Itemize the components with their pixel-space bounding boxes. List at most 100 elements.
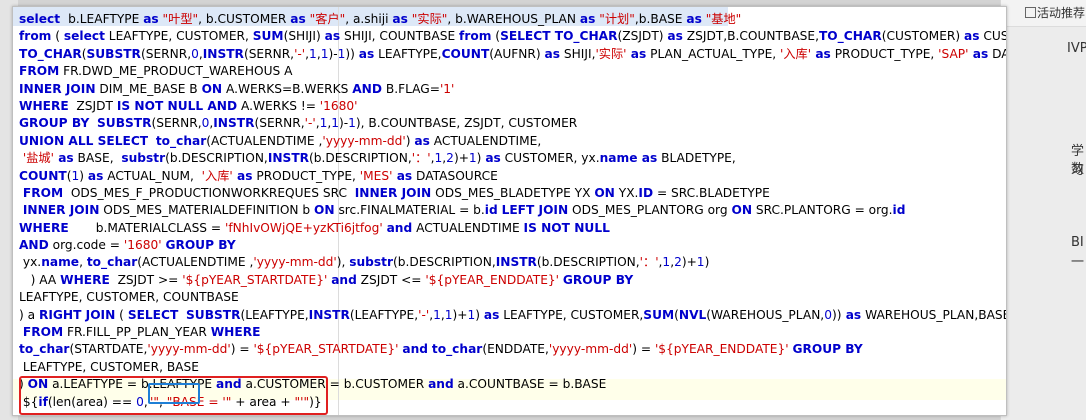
code-token: as — [686, 12, 702, 26]
code-token: as — [811, 46, 831, 61]
code-token: COUNT — [441, 46, 490, 61]
code-line[interactable]: WHERE ZSJDT IS NOT NULL AND A.WERKS != '… — [19, 98, 1002, 115]
code-line[interactable]: FROM ODS_MES_F_PRODUCTIONWORKREQUES SRC … — [19, 185, 1002, 202]
code-line[interactable]: from ( select LEAFTYPE, CUSTOMER, SUM(SH… — [19, 28, 1006, 45]
code-token: (LEAFTYPE, — [240, 307, 309, 322]
code-line[interactable]: to_char(STARTDATE,'yyyy-mm-dd') = '${pYE… — [19, 341, 1002, 358]
code-token: UNION ALL SELECT — [19, 133, 149, 148]
code-token: '-' — [294, 46, 306, 61]
code-token: LEAFTYPE, CUSTOMER, COUNTBASE — [19, 290, 239, 305]
code-token: 'fNhIvOWjQE+yzKTi6jtfog' — [225, 220, 383, 235]
code-token: and — [402, 342, 428, 357]
code-line[interactable]: TO_CHAR(SUBSTR(SERNR,0,INSTR(SERNR,'-',1… — [19, 46, 1006, 63]
code-token: B.FLAG= — [381, 81, 440, 96]
code-token: ODS_MES_BLADETYPE YX — [431, 185, 595, 200]
annotation-blue-box — [148, 383, 200, 404]
code-token: ) a — [19, 307, 39, 322]
code-token: ), B.COUNTBASE, ZSJDT, CUSTOMER — [355, 116, 578, 131]
code-line[interactable]: '盐城' as BASE, substr(b.DESCRIPTION,INSTR… — [19, 150, 1002, 167]
code-line[interactable]: FROM FR.DWD_ME_PRODUCT_WAREHOUS A — [19, 63, 1002, 80]
code-token: INNER JOIN — [19, 81, 96, 96]
code-line[interactable]: FROM FR.FILL_PP_PLAN_YEAR WHERE — [19, 324, 1002, 341]
code-token: INSTR — [495, 255, 537, 270]
code-content[interactable]: select b.LEAFTYPE as "叶型", b.CUSTOMER as… — [19, 11, 1006, 411]
code-token: name — [599, 151, 638, 166]
code-token: 1 — [696, 255, 705, 270]
code-token: 0 — [191, 46, 199, 61]
code-token: FROM — [22, 325, 64, 340]
code-token: ON — [314, 203, 335, 218]
sql-code-editor[interactable]: select b.LEAFTYPE as "叶型", b.CUSTOMER as… — [12, 6, 1007, 416]
code-line[interactable]: LEAFTYPE, CUSTOMER, COUNTBASE — [19, 289, 1002, 306]
code-line[interactable]: INNER JOIN ODS_MES_MATERIALDEFINITION b … — [19, 202, 1002, 219]
code-token: '${pYEAR_ENDDATE}' — [654, 342, 789, 357]
code-token: TO_CHAR — [19, 46, 82, 61]
code-line[interactable]: LEAFTYPE, CUSTOMER, BASE — [19, 359, 1002, 376]
code-token: '入库' — [780, 46, 812, 61]
code-line[interactable]: UNION ALL SELECT to_char(ACTUALENDTIME ,… — [19, 133, 1002, 150]
code-token: INNER JOIN — [354, 185, 432, 200]
code-line[interactable]: AND org.code = '1680' GROUP BY — [19, 237, 1002, 254]
code-token: ( — [491, 29, 501, 44]
code-token: as — [841, 307, 862, 322]
code-line[interactable]: ) AA WHERE ZSJDT >= '${pYEAR_STARTDATE}'… — [19, 272, 1002, 289]
code-token: 'MES' — [359, 168, 393, 183]
code-line[interactable]: ) a RIGHT JOIN ( SELECT SUBSTR(LEAFTYPE,… — [19, 307, 1006, 324]
code-line[interactable]: select b.LEAFTYPE as "叶型", b.CUSTOMER as… — [19, 11, 1002, 28]
code-line[interactable]: WHERE b.MATERIALCLASS = 'fNhIvOWjQE+yzKT… — [19, 220, 1002, 237]
code-token: "基地" — [701, 12, 742, 26]
code-token: name — [41, 255, 80, 270]
code-token: RIGHT JOIN — [38, 307, 116, 322]
code-token: ) = — [632, 342, 655, 357]
code-token: as — [414, 133, 430, 148]
code-token: ) = — [230, 342, 254, 357]
code-token: '${pYEAR_STARTDATE}' — [253, 342, 399, 357]
code-token: GROUP BY — [19, 116, 90, 131]
code-token: SELECT — [127, 307, 179, 322]
code-token: COUNT — [19, 168, 67, 183]
code-line[interactable]: GROUP BY SUBSTR(SERNR,0,INSTR(SERNR,'-',… — [19, 115, 1002, 132]
code-token: '入库' — [201, 168, 233, 183]
code-token: FROM — [19, 64, 60, 79]
code-token: A.WERKS=B.WERKS — [222, 81, 353, 96]
code-token: from — [19, 29, 52, 44]
code-token: ACTUAL_NUM, — [103, 168, 202, 183]
code-token: ID — [638, 185, 654, 200]
code-token: to_char — [86, 255, 138, 270]
code-token: , b.WAREHOUS_PLAN — [447, 12, 580, 26]
code-token: , a.shiji — [345, 12, 393, 26]
code-token: as — [392, 12, 408, 26]
code-token: = SRC.BLADETYPE — [653, 185, 770, 200]
right-panel-header[interactable]: 活动推荐 — [1001, 0, 1086, 27]
code-token: '：' — [639, 255, 659, 270]
code-token: as — [667, 29, 683, 44]
code-token: (AUFNR) — [489, 46, 545, 61]
code-token: as — [544, 46, 561, 61]
code-token: CUSTOMER, — [983, 29, 1006, 44]
code-token: PRODUCT_TYPE, — [252, 168, 360, 183]
code-token: select — [63, 29, 105, 44]
code-token: GROUP BY — [165, 238, 236, 253]
code-token: ON — [731, 203, 753, 218]
code-token: "叶型" — [158, 12, 199, 26]
code-line[interactable]: COUNT(1) as ACTUAL_NUM, '入库' as PRODUCT_… — [19, 168, 1002, 185]
code-line[interactable]: yx.name, to_char(ACTUALENDTIME ,'yyyy-mm… — [19, 254, 1002, 271]
code-token: 1 — [433, 307, 441, 322]
code-token: CUSTOMER, yx. — [500, 151, 600, 166]
code-token: b.LEAFTYPE — [64, 12, 144, 26]
code-token: )+ — [453, 151, 469, 166]
code-token: '-' — [418, 307, 430, 322]
code-token: as — [324, 29, 341, 44]
right-side-panel: 活动推荐 IVP 学习 数 BI 一 — [1000, 0, 1086, 420]
code-token: as — [968, 46, 989, 61]
code-token: DIM_ME_BASE B — [95, 81, 202, 96]
code-token: INSTR — [213, 116, 255, 131]
code-token: (CUSTOMER) — [881, 29, 964, 44]
code-token: GROUP BY — [792, 342, 863, 357]
code-token: SHIJI, COUNTBASE — [340, 29, 460, 44]
code-token: TO_CHAR — [818, 29, 882, 44]
code-line[interactable]: INNER JOIN DIM_ME_BASE B ON A.WERKS=B.WE… — [19, 81, 1002, 98]
code-token: (SERNR, — [151, 116, 202, 131]
code-token: (ZSJDT) — [617, 29, 668, 44]
code-token: select — [19, 12, 65, 26]
